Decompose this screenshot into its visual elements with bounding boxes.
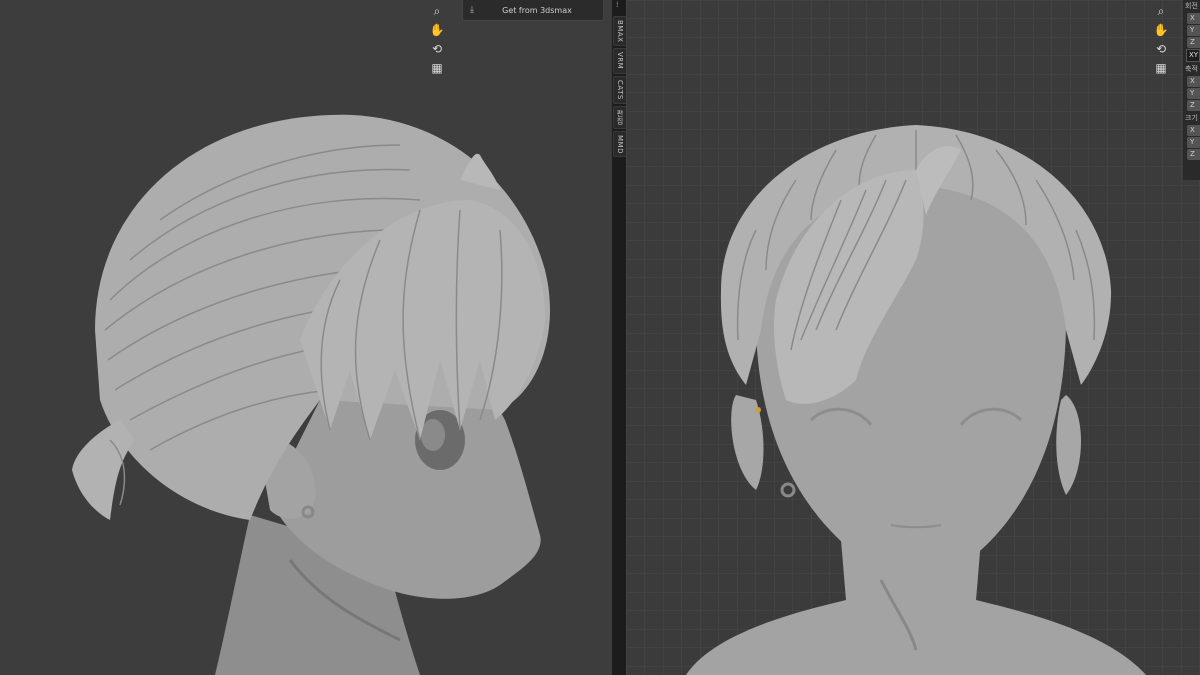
tab-bmax-label: BMAX bbox=[616, 20, 624, 43]
sidebar-tabs: BMAX VRM CATS 편집 MMD bbox=[612, 14, 627, 159]
tab-mmd[interactable]: MMD bbox=[613, 130, 627, 158]
rotation-label: 회전 bbox=[1185, 2, 1198, 10]
axis-z-field[interactable]: Z bbox=[1187, 100, 1200, 111]
rotation-mode-dropdown[interactable]: XY bbox=[1186, 49, 1200, 62]
zoom-icon[interactable]: ⌕ bbox=[1153, 3, 1169, 19]
rotation-z-field[interactable]: Z bbox=[1187, 37, 1200, 48]
right-3d-viewport[interactable]: ⌕ ✋ ⟲ ▦ bbox=[626, 0, 1200, 675]
get-from-3dsmax-label: Get from 3dsmax bbox=[502, 5, 572, 15]
zoom-icon[interactable]: ⌕ bbox=[429, 3, 445, 19]
axis-x-field[interactable]: X bbox=[1187, 76, 1200, 87]
front-view-hair-model bbox=[626, 0, 1200, 675]
rotation-x-field[interactable]: X bbox=[1187, 13, 1200, 24]
get-from-3dsmax-button[interactable]: ⤓ Get from 3dsmax bbox=[463, 0, 603, 20]
left-3d-viewport[interactable]: ⌕ ✋ ⟲ ▦ ⤓ Get from 3dsmax bbox=[0, 0, 612, 675]
tab-vrm-label: VRM bbox=[616, 52, 624, 70]
tab-bmax[interactable]: BMAX bbox=[613, 16, 627, 47]
tab-edit-label: 편집 bbox=[616, 109, 624, 125]
tab-cats[interactable]: CATS bbox=[613, 75, 627, 104]
download-icon: ⤓ bbox=[470, 5, 474, 15]
side-view-hair-model bbox=[72, 114, 550, 675]
viewport-navigation-gizmo-right: ⌕ ✋ ⟲ ▦ bbox=[1153, 0, 1175, 79]
axis-label: 축적 bbox=[1185, 65, 1198, 73]
tab-edit[interactable]: 편집 bbox=[613, 105, 627, 129]
grid-icon[interactable]: ▦ bbox=[1153, 60, 1169, 76]
pan-hand-icon[interactable]: ✋ bbox=[429, 22, 445, 38]
grid-icon[interactable]: ▦ bbox=[429, 60, 445, 76]
size-z-field[interactable]: Z bbox=[1187, 149, 1200, 160]
tab-cats-label: CATS bbox=[616, 79, 624, 100]
get-from-3dsmax-panel: ⤓ Get from 3dsmax bbox=[462, 0, 604, 21]
tab-mmd-label: MMD bbox=[616, 134, 624, 154]
transform-properties-panel: 회전 X Y Z XY 축적 X Y Z 크기 X Y Z bbox=[1183, 0, 1200, 180]
rotation-y-field[interactable]: Y bbox=[1187, 25, 1200, 36]
size-y-field[interactable]: Y bbox=[1187, 137, 1200, 148]
tab-vrm[interactable]: VRM bbox=[613, 48, 627, 74]
size-x-field[interactable]: X bbox=[1187, 125, 1200, 136]
sidebar-drag-handle[interactable]: ⁞ bbox=[616, 0, 622, 10]
orbit-icon[interactable]: ⟲ bbox=[1153, 41, 1169, 57]
orbit-icon[interactable]: ⟲ bbox=[429, 41, 445, 57]
size-label: 크기 bbox=[1185, 114, 1198, 122]
viewport-navigation-gizmo: ⌕ ✋ ⟲ ▦ bbox=[429, 0, 451, 79]
pan-hand-icon[interactable]: ✋ bbox=[1153, 22, 1169, 38]
axis-y-field[interactable]: Y bbox=[1187, 88, 1200, 99]
